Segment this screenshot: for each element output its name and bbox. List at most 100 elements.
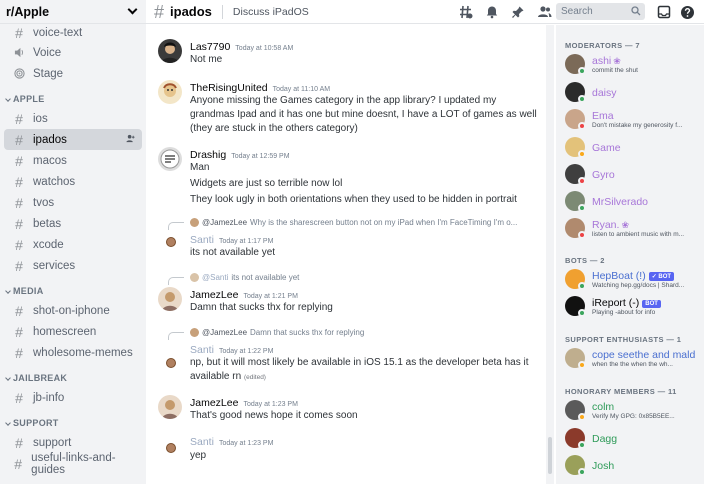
hash-icon: # <box>15 110 23 127</box>
member-item[interactable]: Game <box>565 135 702 159</box>
member-item[interactable]: Ema Don't mistake my generosity f... <box>565 107 702 131</box>
pin-icon[interactable] <box>510 4 526 20</box>
channel-xcode[interactable]: # xcode <box>4 234 142 255</box>
message-author[interactable]: Santi Today at 1:22 PM <box>190 344 273 356</box>
channel-shot-on-iphone[interactable]: # shot-on-iphone <box>4 300 142 321</box>
avatar <box>190 273 199 282</box>
member-item[interactable]: iReport (-) BOT Playing -about for info <box>565 294 702 318</box>
server-header[interactable]: r/Apple <box>0 0 146 24</box>
message-timestamp: Today at 1:23 PM <box>243 401 298 408</box>
member-item[interactable]: Gyro <box>565 162 702 186</box>
category-support[interactable]: SUPPORT <box>0 408 146 432</box>
reply-author[interactable]: @JamezLee <box>202 328 247 337</box>
scrollbar-thumb[interactable] <box>548 437 552 474</box>
message[interactable]: @JamezLee Why is the sharescreen button … <box>146 218 546 262</box>
channel-voice-text[interactable]: # voice-text <box>4 24 142 42</box>
chevron-down-icon <box>5 420 11 426</box>
reply-author[interactable]: @JamezLee <box>202 218 247 227</box>
member-list: MODERATORS — 7 ashi ❀ commit the shut dai… <box>556 25 704 484</box>
channel-wholesome-memes[interactable]: # wholesome-memes <box>4 342 142 363</box>
member-name: cope seethe and mald <box>592 349 696 361</box>
message-author[interactable]: Drashig Today at 12:59 PM <box>190 149 290 161</box>
member-item[interactable]: ashi ❀ commit the shut <box>565 52 702 76</box>
channel-tvos[interactable]: # tvos <box>4 192 142 213</box>
message[interactable]: @Santi its not available yet JamezLee Tod… <box>146 273 546 317</box>
member-item[interactable]: Ryan. ❀ listen to ambient music with m... <box>565 216 702 240</box>
reply-preview[interactable]: @Santi its not available yet <box>190 273 299 282</box>
member-item[interactable]: daisy <box>565 80 702 104</box>
message-author[interactable]: JamezLee Today at 1:23 PM <box>190 397 298 409</box>
category-apple[interactable]: APPLE <box>0 84 146 108</box>
message-timestamp: Today at 1:23 PM <box>218 440 274 447</box>
channel-topic[interactable]: Discuss iPadOS <box>233 6 309 18</box>
avatar[interactable] <box>166 237 176 247</box>
channel-jb-info[interactable]: # jb-info <box>4 387 142 408</box>
channel-stage[interactable]: Stage <box>4 63 142 84</box>
member-item[interactable]: Josh <box>565 453 702 477</box>
message[interactable]: Santi Today at 1:23 PM yep <box>146 436 546 470</box>
avatar[interactable] <box>166 443 176 453</box>
channel-header: # ipados Discuss iPadOS Search <box>146 0 704 24</box>
reply-author[interactable]: @Santi <box>202 273 228 282</box>
avatar[interactable] <box>166 358 176 368</box>
message-author[interactable]: Santi Today at 1:23 PM <box>190 436 273 448</box>
channel-label: voice-text <box>33 27 83 39</box>
message-text: Man <box>190 162 210 173</box>
member-item[interactable]: Dagg <box>565 426 702 450</box>
avatar[interactable] <box>158 147 182 171</box>
channel-label: homescreen <box>33 325 97 338</box>
member-item[interactable]: cope seethe and mald when the the when t… <box>565 346 702 370</box>
channel-label: xcode <box>33 238 64 251</box>
member-status: Watching hep.gg/docs | Shard... <box>592 282 685 289</box>
channel-betas[interactable]: # betas <box>4 213 142 234</box>
reply-preview[interactable]: @JamezLee Damn that sucks thx for replyi… <box>190 328 364 337</box>
status-online <box>578 95 586 103</box>
member-item[interactable]: HepBoat (!) ✓ BOT Watching hep.gg/docs | … <box>565 267 702 291</box>
message-author[interactable]: Las7790 Today at 10:58 AM <box>190 41 293 53</box>
reply-preview[interactable]: @JamezLee Why is the sharescreen button … <box>190 218 517 227</box>
category-media[interactable]: MEDIA <box>0 276 146 300</box>
avatar[interactable] <box>158 395 182 419</box>
channel-label: Stage <box>33 67 64 80</box>
message[interactable]: Las7790 Today at 10:58 AM Not me <box>146 37 546 71</box>
member-status: commit the shut <box>592 67 638 74</box>
channel-useful-links-and-guides[interactable]: # useful-links-and-guides <box>4 452 142 476</box>
member-item[interactable]: colm Verify My GPG: 0x85B5EE... <box>565 398 702 422</box>
help-icon[interactable] <box>679 4 695 20</box>
channel-support[interactable]: # support <box>4 432 142 453</box>
reply-text[interactable]: its not available yet <box>231 273 299 282</box>
reply-text[interactable]: Why is the sharescreen button not on my … <box>250 218 517 227</box>
chevron-down-icon[interactable] <box>127 4 138 15</box>
avatar[interactable] <box>158 287 182 311</box>
add-member-icon[interactable] <box>126 134 135 143</box>
channel-homescreen[interactable]: # homescreen <box>4 321 142 342</box>
message-timestamp: Today at 12:59 PM <box>231 153 290 160</box>
member-name: Game <box>592 142 621 154</box>
threads-icon[interactable] <box>458 4 474 20</box>
members-icon[interactable] <box>536 4 552 20</box>
message-author[interactable]: TheRisingUnited Today at 11:10 AM <box>190 82 330 94</box>
message-author[interactable]: JamezLee Today at 1:21 PM <box>190 289 298 301</box>
bell-icon[interactable] <box>484 4 500 20</box>
channel-services[interactable]: # services <box>4 255 142 276</box>
avatar[interactable] <box>158 39 182 63</box>
inbox-icon[interactable] <box>656 4 672 20</box>
channel-ios[interactable]: # ios <box>4 108 142 129</box>
hash-icon: # <box>15 344 23 361</box>
message[interactable]: JamezLee Today at 1:23 PM That's good new… <box>146 393 546 427</box>
message-author[interactable]: Santi Today at 1:17 PM <box>190 234 273 246</box>
member-item[interactable]: MrSilverado <box>565 189 702 213</box>
channel-voice[interactable]: Voice <box>4 42 142 63</box>
avatar <box>190 218 199 227</box>
channel-ipados[interactable]: # ipados <box>4 129 142 150</box>
channel-macos[interactable]: # macos <box>4 150 142 171</box>
search-input[interactable]: Search <box>556 3 645 20</box>
message[interactable]: TheRisingUnited Today at 11:10 AM Anyone … <box>146 78 546 134</box>
scrollbar-track[interactable] <box>546 25 554 484</box>
avatar[interactable] <box>158 80 182 104</box>
message[interactable]: @JamezLee Damn that sucks thx for replyi… <box>146 328 546 386</box>
category-jailbreak[interactable]: JAILBREAK <box>0 363 146 387</box>
reply-text[interactable]: Damn that sucks thx for replying <box>250 328 364 337</box>
message[interactable]: Drashig Today at 12:59 PM Man Widgets are… <box>146 145 546 207</box>
channel-watchos[interactable]: # watchos <box>4 171 142 192</box>
